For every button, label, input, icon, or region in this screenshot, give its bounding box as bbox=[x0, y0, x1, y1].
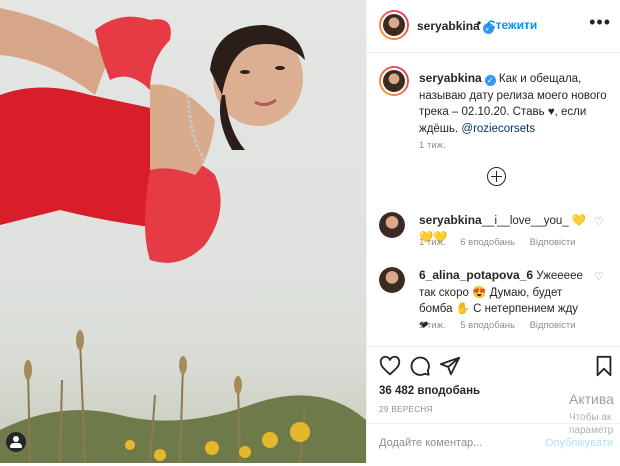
add-comment-bar: Додайте коментар... Опублікувати bbox=[367, 423, 620, 466]
tag-user-icon[interactable] bbox=[6, 432, 26, 452]
follow-button[interactable]: Стежити bbox=[487, 18, 537, 32]
likes-count[interactable]: 36 482 вподобань bbox=[379, 385, 480, 397]
post-actions: 36 482 вподобань 29 ВЕРЕСНЯ Актива Чтобы… bbox=[367, 346, 620, 465]
post-date[interactable]: 29 ВЕРЕСНЯ bbox=[379, 405, 433, 414]
heart-icon[interactable] bbox=[379, 355, 401, 377]
caption-mention[interactable]: @roziecorsets bbox=[461, 123, 535, 135]
comment-username[interactable]: seryabkina bbox=[419, 213, 482, 227]
caption-username[interactable]: seryabkina bbox=[419, 71, 482, 85]
comment-input[interactable]: Додайте коментар... bbox=[379, 437, 482, 449]
header-user: seryabkina ✓ bbox=[417, 17, 494, 35]
windows-activation-title: Актива bbox=[569, 391, 614, 407]
comment-likes[interactable]: 5 вподобань bbox=[460, 320, 515, 331]
reply-button[interactable]: Відповісти bbox=[530, 320, 576, 331]
photo-illustration bbox=[0, 8, 366, 463]
separator-dot: • bbox=[477, 16, 482, 30]
bookmark-icon[interactable] bbox=[593, 355, 615, 377]
caption-time[interactable]: 1 тиж. bbox=[419, 140, 446, 150]
comment-avatar[interactable] bbox=[379, 212, 405, 238]
verified-icon: ✓ bbox=[484, 75, 496, 86]
avatar[interactable] bbox=[379, 10, 409, 40]
header-username[interactable]: seryabkina bbox=[417, 19, 480, 33]
reply-button[interactable]: Відповісти bbox=[530, 237, 576, 248]
comment-like-icon[interactable] bbox=[594, 215, 604, 228]
publish-button[interactable]: Опублікувати bbox=[545, 437, 613, 449]
post-header: seryabkina ✓ • Стежити ••• bbox=[367, 0, 620, 53]
add-comment-icon[interactable] bbox=[487, 167, 506, 186]
comment-meta: 1 тиж. 5 вподобань Відповісти bbox=[419, 320, 588, 331]
comment-like-icon[interactable] bbox=[594, 270, 604, 283]
post-photo[interactable] bbox=[0, 0, 366, 463]
more-icon[interactable]: ••• bbox=[589, 12, 611, 33]
comment-icon[interactable] bbox=[409, 355, 431, 377]
share-icon[interactable] bbox=[439, 355, 461, 377]
caption-avatar[interactable] bbox=[379, 66, 409, 96]
caption-text: seryabkina ✓ Как и обещала, называю дату … bbox=[419, 70, 607, 137]
comment-username[interactable]: 6_alina_potapova_6 bbox=[419, 268, 533, 282]
comment-likes[interactable]: 6 вподобань bbox=[460, 237, 515, 248]
post-panel: seryabkina ✓ • Стежити ••• seryabkina ✓ Ка… bbox=[366, 0, 620, 463]
comment-time[interactable]: 1 тиж. bbox=[419, 237, 446, 248]
comment-meta: 1 тиж. 6 вподобань Відповісти bbox=[419, 237, 588, 248]
comment-avatar[interactable] bbox=[379, 267, 405, 293]
comment-time[interactable]: 1 тиж. bbox=[419, 320, 446, 331]
